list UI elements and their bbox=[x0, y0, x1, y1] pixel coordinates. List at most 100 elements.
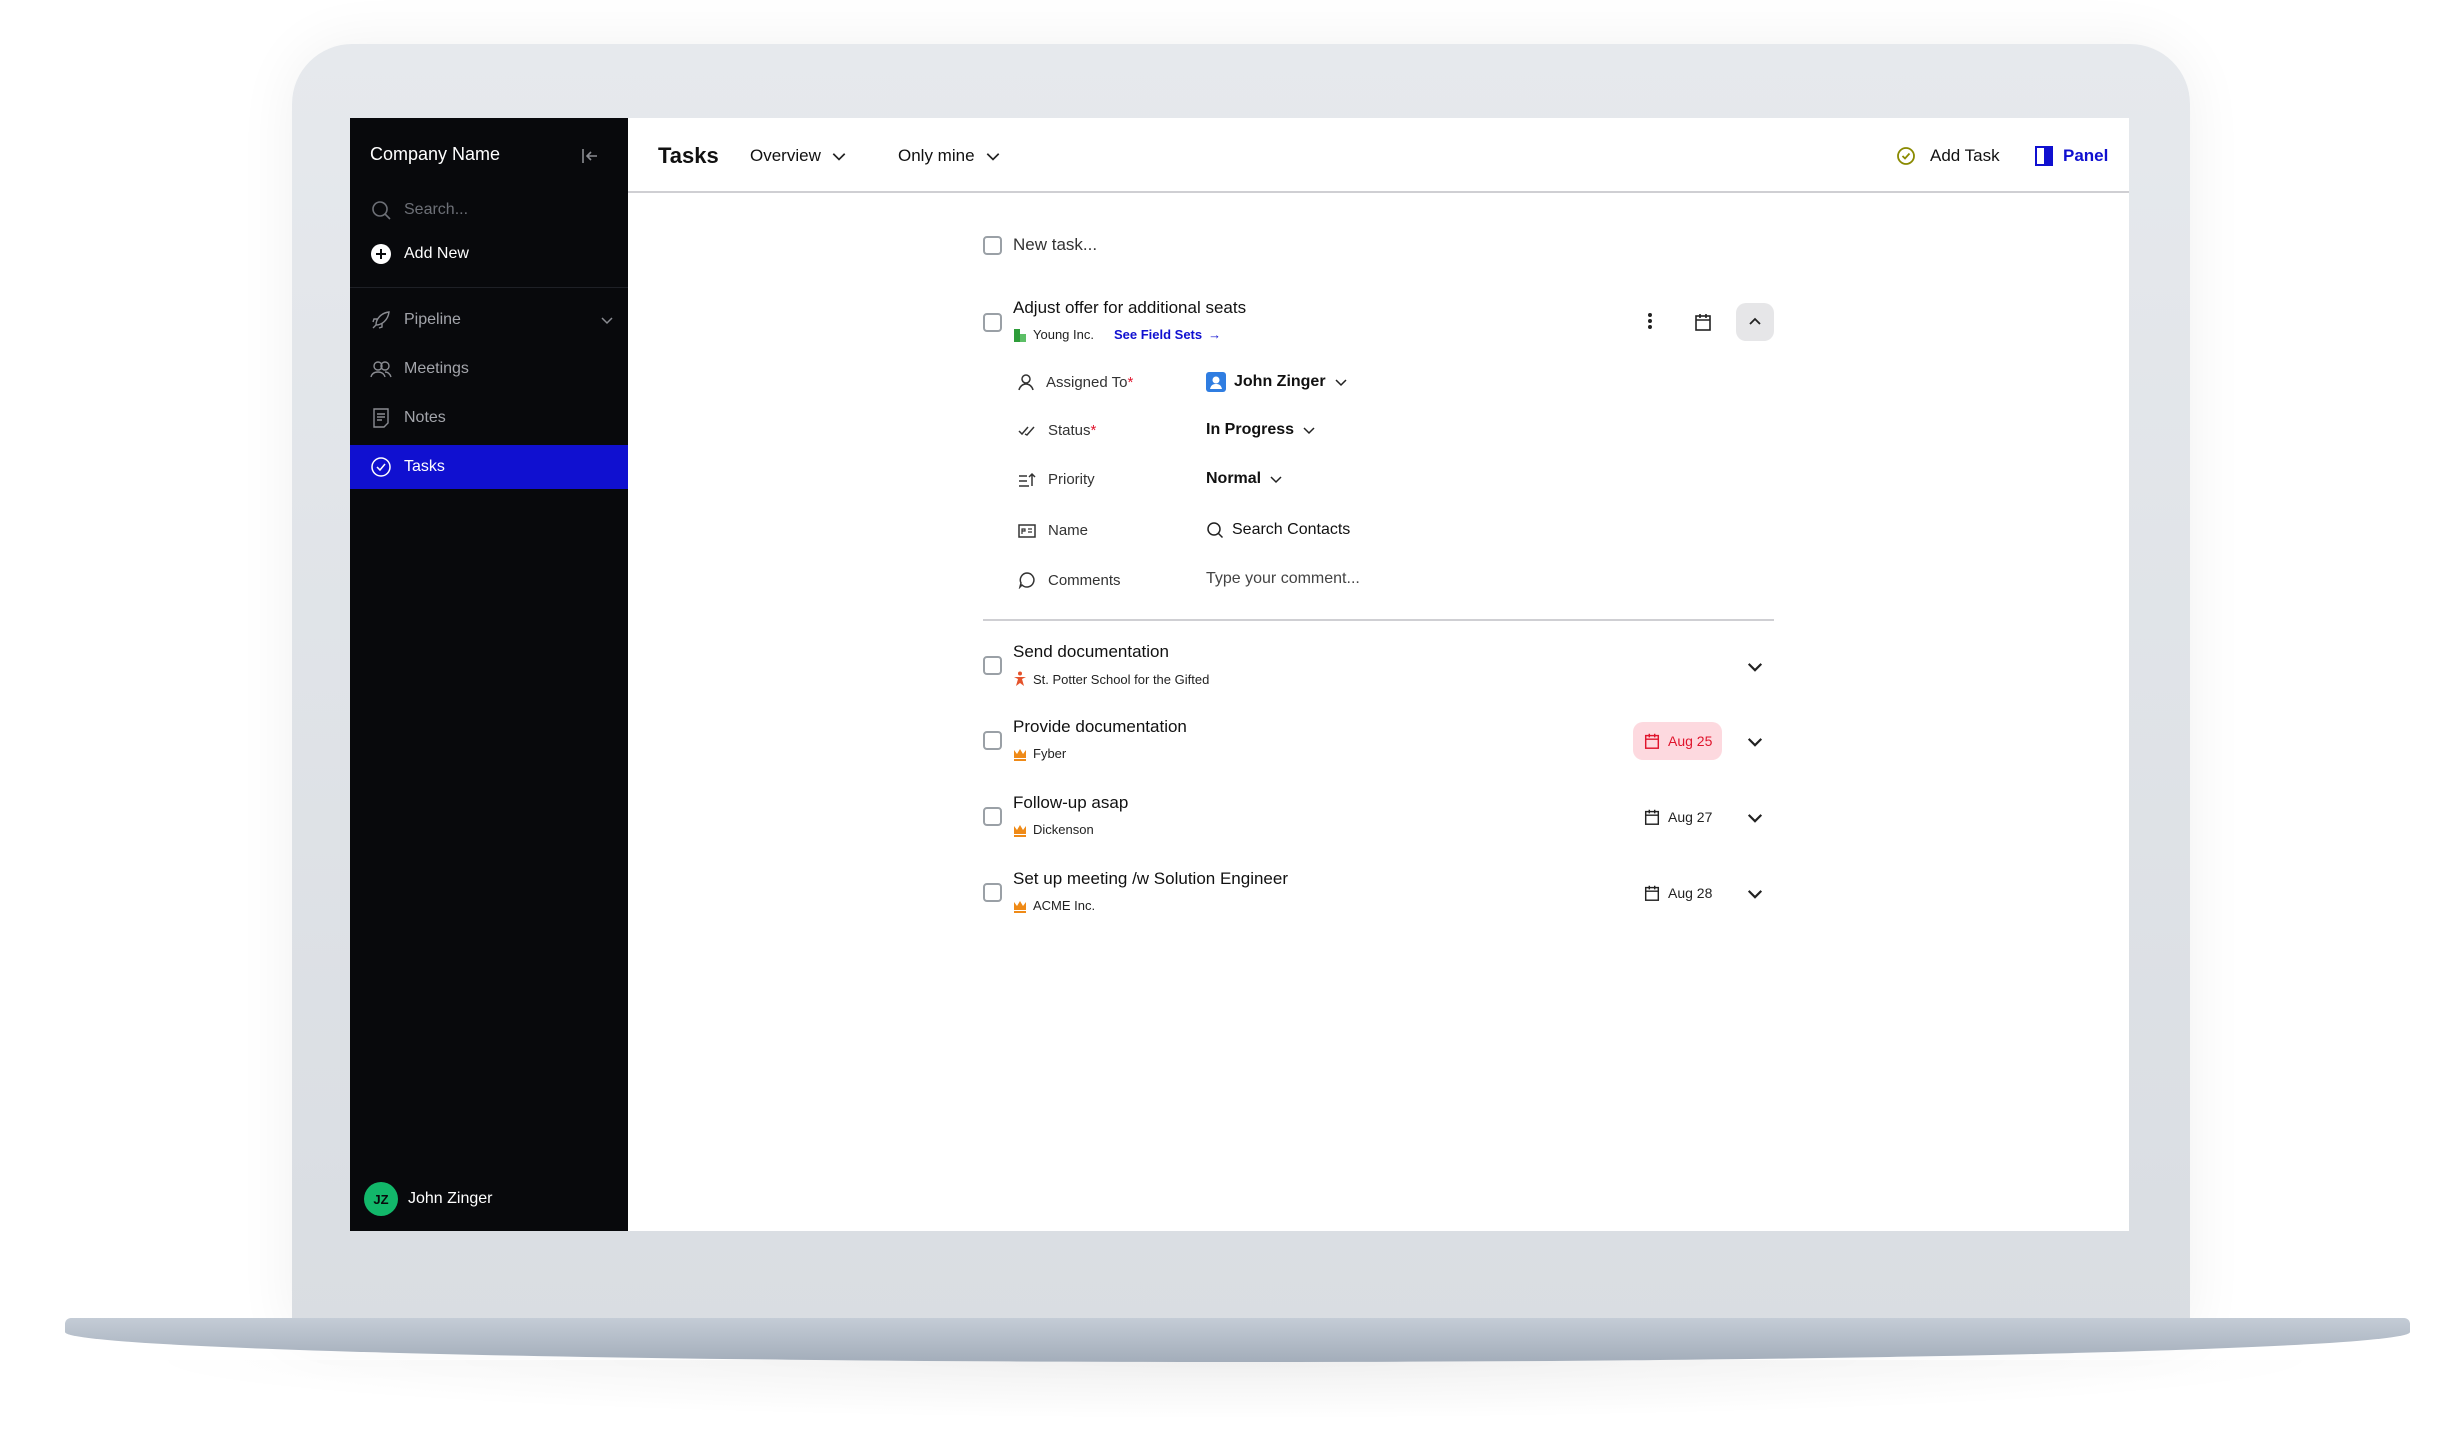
task-checkbox[interactable] bbox=[983, 883, 1002, 902]
filter-dropdown[interactable]: Only mine bbox=[898, 118, 1001, 193]
company-name: Company Name bbox=[370, 144, 501, 164]
divider bbox=[350, 287, 628, 288]
search-contacts-input[interactable]: Search Contacts bbox=[1206, 521, 1350, 539]
field-label: Priority bbox=[1048, 471, 1095, 488]
collapse-sidebar-icon[interactable] bbox=[580, 146, 600, 166]
page-title: Tasks bbox=[658, 142, 719, 168]
crown-icon bbox=[1014, 824, 1026, 837]
main-header: Tasks Overview Only mine Add Task Panel bbox=[628, 118, 2129, 193]
expand-task-chevron-icon[interactable] bbox=[1744, 807, 1766, 829]
field-label: Status bbox=[1048, 422, 1091, 439]
task-checkbox[interactable] bbox=[983, 731, 1002, 750]
field-label: Comments bbox=[1048, 571, 1121, 589]
assigned-to-dropdown[interactable]: John Zinger bbox=[1206, 372, 1348, 392]
task-company: Young Inc. See Field Sets → bbox=[1013, 327, 1221, 342]
due-date-badge[interactable]: Aug 25 bbox=[1633, 722, 1723, 760]
see-field-sets-link[interactable]: See Field Sets bbox=[1114, 327, 1202, 342]
sidebar-item-label: Tasks bbox=[404, 458, 445, 475]
field-label: Name bbox=[1048, 522, 1089, 539]
new-task-input[interactable]: New task... bbox=[1013, 235, 1097, 255]
sidebar-item-pipeline[interactable]: Pipeline bbox=[350, 298, 628, 342]
priority-icon bbox=[1019, 472, 1036, 487]
chevron-up-icon bbox=[1749, 317, 1761, 325]
required-marker: * bbox=[1090, 422, 1097, 439]
sidebar-search[interactable]: Search... bbox=[370, 199, 468, 221]
sidebar-item-label: Notes bbox=[404, 409, 446, 426]
search-icon bbox=[372, 201, 391, 220]
company-name: ACME Inc. bbox=[1033, 898, 1096, 913]
due-date-badge[interactable]: Aug 27 bbox=[1633, 798, 1722, 836]
chevron-down-icon bbox=[986, 152, 999, 161]
sidebar-item-label: Meetings bbox=[404, 360, 469, 377]
collapse-task-button[interactable] bbox=[1736, 303, 1774, 341]
task-title[interactable]: Adjust offer for additional seats bbox=[1013, 298, 1246, 318]
field-value: John Zinger bbox=[1234, 373, 1326, 390]
task-title[interactable]: Provide documentation bbox=[1013, 717, 1187, 737]
panel-icon bbox=[2035, 145, 2053, 166]
field-priority: Priority bbox=[1018, 471, 1095, 488]
add-new-button[interactable]: Add New bbox=[370, 243, 469, 265]
add-new-label: Add New bbox=[404, 245, 469, 262]
field-value: In Progress bbox=[1206, 421, 1295, 438]
calendar-icon bbox=[1644, 809, 1660, 825]
laptop-shadow bbox=[120, 1360, 2350, 1420]
rocket-icon bbox=[372, 311, 390, 329]
sidebar-item-label: Pipeline bbox=[404, 311, 461, 328]
plus-circle-icon bbox=[371, 244, 391, 264]
sidebar-item-meetings[interactable]: Meetings bbox=[350, 347, 628, 391]
company-name: Fyber bbox=[1033, 746, 1067, 761]
task-title[interactable]: Set up meeting /w Solution Engineer bbox=[1013, 869, 1288, 889]
status-dropdown[interactable]: In Progress bbox=[1206, 421, 1316, 439]
calendar-icon[interactable] bbox=[1693, 312, 1713, 332]
field-name: Name bbox=[1018, 522, 1088, 539]
note-icon bbox=[373, 408, 389, 428]
task-company: Fyber bbox=[1013, 746, 1066, 761]
view-label: Overview bbox=[750, 145, 821, 165]
company-name: St. Potter School for the Gifted bbox=[1033, 671, 1210, 687]
app-window: Company Name Search... Add New Pipeline … bbox=[350, 118, 2129, 1231]
double-check-icon bbox=[1018, 426, 1035, 436]
task-title[interactable]: Follow-up asap bbox=[1013, 793, 1128, 813]
filter-label: Only mine bbox=[898, 145, 975, 165]
contact-icon bbox=[1206, 372, 1226, 392]
id-card-icon bbox=[1018, 523, 1036, 538]
task-checkbox[interactable] bbox=[983, 656, 1002, 675]
add-task-button[interactable]: Add Task bbox=[1896, 118, 2000, 193]
task-company: ACME Inc. bbox=[1013, 898, 1095, 913]
field-assigned-to: Assigned To* bbox=[1018, 373, 1133, 391]
required-marker: * bbox=[1127, 373, 1134, 391]
due-date: Aug 28 bbox=[1668, 885, 1713, 901]
user-name: John Zinger bbox=[408, 1190, 493, 1207]
chevron-down-icon bbox=[832, 152, 846, 161]
expand-task-chevron-icon[interactable] bbox=[1744, 883, 1766, 905]
chevron-down-icon bbox=[1270, 476, 1282, 484]
due-date-badge[interactable]: Aug 28 bbox=[1633, 874, 1722, 912]
calendar-icon bbox=[1644, 733, 1660, 749]
company-name: Dickenson bbox=[1033, 822, 1094, 837]
panel-button[interactable]: Panel bbox=[2035, 118, 2108, 193]
priority-dropdown[interactable]: Normal bbox=[1206, 470, 1283, 488]
expand-task-chevron-icon[interactable] bbox=[1744, 656, 1766, 678]
view-dropdown[interactable]: Overview bbox=[750, 118, 847, 193]
check-circle-icon bbox=[371, 457, 391, 477]
new-task-checkbox[interactable] bbox=[983, 236, 1002, 255]
chevron-down-icon bbox=[1303, 427, 1315, 435]
company-name: Young Inc. bbox=[1033, 327, 1094, 342]
task-title[interactable]: Send documentation bbox=[1013, 642, 1169, 662]
sidebar-item-tasks[interactable]: Tasks bbox=[350, 445, 628, 489]
comment-input[interactable]: Type your comment... bbox=[1206, 570, 1360, 588]
task-checkbox[interactable] bbox=[983, 807, 1002, 826]
person-icon bbox=[1014, 671, 1026, 686]
avatar: JZ bbox=[364, 1182, 398, 1216]
due-date: Aug 27 bbox=[1668, 809, 1713, 825]
task-checkbox[interactable] bbox=[983, 313, 1002, 332]
expand-task-chevron-icon[interactable] bbox=[1744, 731, 1766, 753]
check-circle-icon bbox=[1897, 146, 1915, 165]
user-profile[interactable]: JZ John Zinger bbox=[364, 1182, 493, 1216]
comment-icon bbox=[1018, 572, 1035, 589]
users-icon bbox=[370, 361, 392, 378]
field-comments: Comments bbox=[1018, 571, 1121, 589]
sidebar-item-notes[interactable]: Notes bbox=[350, 396, 628, 440]
more-vertical-icon[interactable] bbox=[1647, 310, 1653, 332]
chevron-down-icon[interactable] bbox=[600, 313, 614, 327]
